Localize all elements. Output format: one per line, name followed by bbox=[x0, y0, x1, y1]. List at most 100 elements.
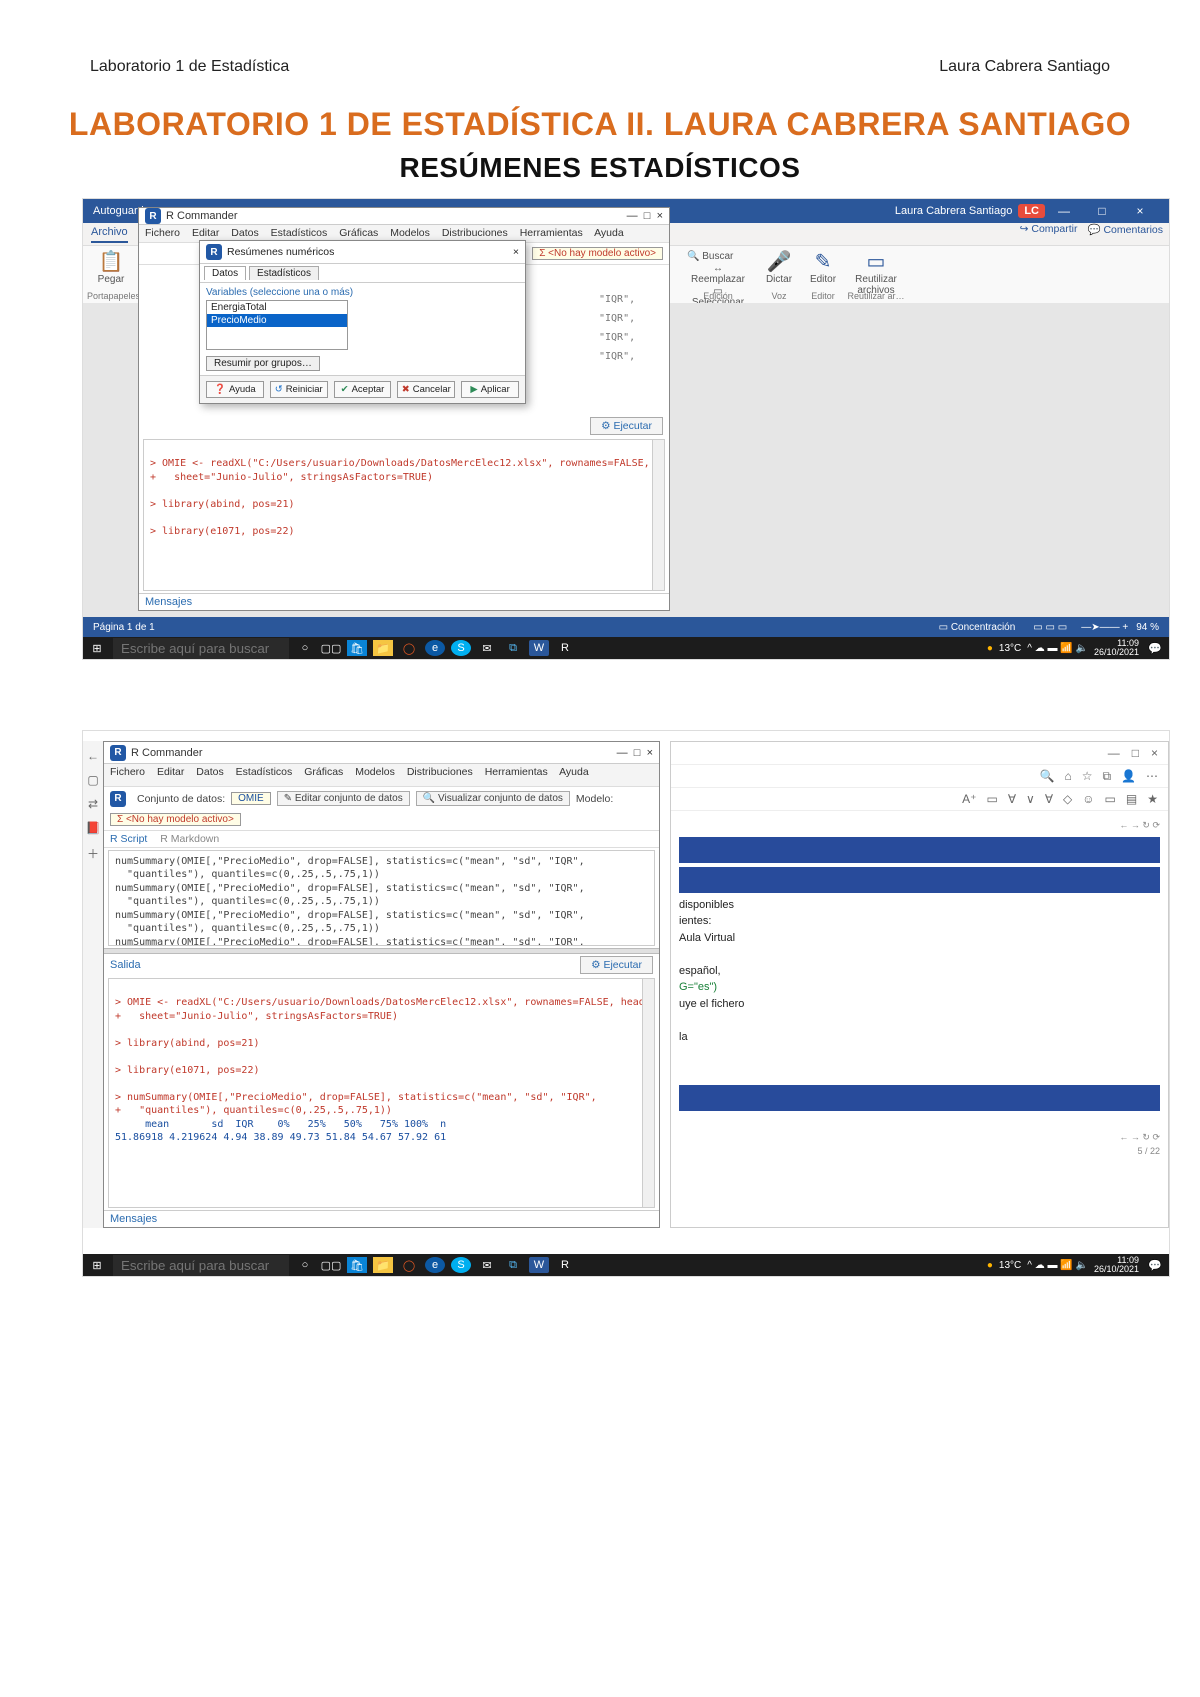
edge-icon[interactable]: e bbox=[425, 640, 445, 656]
home-icon[interactable]: ⌂ bbox=[1064, 769, 1071, 783]
editor-icon[interactable]: ✎ bbox=[803, 249, 843, 274]
pegar-label: Pegar bbox=[87, 274, 135, 285]
model-value[interactable]: Σ <No hay modelo activo> bbox=[532, 247, 663, 260]
var-preciomedio[interactable]: PrecioMedio bbox=[207, 314, 347, 327]
collections-icon[interactable]: ⧉ bbox=[1102, 769, 1111, 784]
menu-modelos[interactable]: Modelos bbox=[390, 227, 430, 239]
cortana-icon[interactable]: ○ bbox=[295, 640, 315, 656]
store-icon[interactable]: 🛍 bbox=[347, 1257, 367, 1273]
summarize-by-groups-button[interactable]: Resumir por grupos… bbox=[206, 356, 320, 371]
reuse-icon[interactable]: ▭ bbox=[847, 249, 905, 274]
word-taskbar-icon[interactable]: W bbox=[529, 1257, 549, 1273]
menu-datos[interactable]: Datos bbox=[231, 227, 258, 239]
script-box[interactable]: numSummary(OMIE[,"PrecioMedio", drop=FAL… bbox=[108, 850, 655, 947]
app-icon[interactable]: ◯ bbox=[399, 640, 419, 656]
rcmdr-maximize-2[interactable]: □ bbox=[634, 747, 641, 759]
profile-icon[interactable]: 👤 bbox=[1121, 769, 1136, 783]
word-comments[interactable]: 💬 Comentarios bbox=[1087, 223, 1163, 236]
modal-accept-button[interactable]: Aceptar bbox=[334, 381, 392, 398]
reuse-group-label: Reutilizar ar… bbox=[847, 291, 905, 301]
output-box-1[interactable]: > OMIE <- readXL("C:/Users/usuario/Downl… bbox=[143, 439, 665, 591]
explorer-icon[interactable]: 📁 bbox=[373, 640, 393, 656]
zoom-out-icon[interactable]: 🔍 bbox=[1040, 769, 1055, 783]
taskbar-search-input-2[interactable] bbox=[113, 1255, 289, 1276]
variables-listbox[interactable]: EnergiaTotal PrecioMedio bbox=[206, 300, 348, 350]
find-button[interactable]: 🔍 Buscar bbox=[687, 251, 733, 262]
modal-cancel-button[interactable]: Cancelar bbox=[397, 381, 455, 398]
mail-icon[interactable]: ✉ bbox=[477, 1257, 497, 1273]
skype-icon[interactable]: S bbox=[451, 640, 471, 656]
modal-tab-estadisticos[interactable]: Estadísticos bbox=[249, 266, 319, 280]
dataset-value[interactable]: OMIE bbox=[231, 792, 271, 805]
ribbon-tab-archivo[interactable]: Archivo bbox=[91, 226, 128, 243]
rcmdr-close-2[interactable]: × bbox=[647, 747, 653, 759]
background-window: — □ × 🔍 ⌂ ☆ ⧉ 👤 ⋯ A⁺▭∀∨∀◇☺▭▤★ ← → ↻ ⟳ di… bbox=[670, 741, 1169, 1228]
menu-ayuda[interactable]: Ayuda bbox=[594, 227, 624, 239]
taskview-icon[interactable]: ▢▢ bbox=[321, 640, 341, 656]
scrollbar-icon[interactable] bbox=[642, 979, 655, 1207]
var-energiatotal[interactable]: EnergiaTotal bbox=[207, 301, 347, 314]
app-icon[interactable]: ◯ bbox=[399, 1257, 419, 1273]
word-share[interactable]: ↪ Compartir bbox=[1020, 223, 1078, 236]
modal-close-button[interactable]: × bbox=[513, 246, 519, 258]
output-box-2[interactable]: > OMIE <- readXL("C:/Users/usuario/Downl… bbox=[108, 978, 655, 1208]
ejecutar-button-1[interactable]: ⚙ Ejecutar bbox=[590, 417, 663, 435]
r-taskbar-icon[interactable]: R bbox=[555, 1257, 575, 1273]
word-close[interactable]: × bbox=[1121, 204, 1159, 218]
pdf-icon[interactable]: 📕 bbox=[86, 821, 101, 835]
taskbar-clock[interactable]: 11:0926/10/2021 bbox=[1094, 639, 1139, 658]
modal-tab-datos[interactable]: Datos bbox=[204, 266, 246, 280]
menu-herramientas[interactable]: Herramientas bbox=[520, 227, 583, 239]
notifications-icon[interactable]: 💬 bbox=[1145, 1257, 1165, 1273]
store-icon[interactable]: 🛍 bbox=[347, 640, 367, 656]
view-dataset-button[interactable]: 🔍 Visualizar conjunto de datos bbox=[416, 791, 570, 806]
taskbar-clock-2[interactable]: 11:0926/10/2021 bbox=[1094, 1256, 1139, 1275]
menu-distribuciones[interactable]: Distribuciones bbox=[442, 227, 508, 239]
rcmdr-close[interactable]: × bbox=[657, 210, 663, 222]
edit-dataset-button[interactable]: ✎ Editar conjunto de datos bbox=[277, 791, 410, 806]
win-maximize[interactable]: □ bbox=[1132, 746, 1139, 760]
menu-fichero[interactable]: Fichero bbox=[145, 227, 180, 239]
star-icon[interactable]: ☆ bbox=[1082, 769, 1093, 783]
cortana-icon[interactable]: ○ bbox=[295, 1257, 315, 1273]
word-minimize[interactable]: — bbox=[1045, 204, 1083, 218]
menu-estadisticos[interactable]: Estadísticos bbox=[271, 227, 328, 239]
word-maximize[interactable]: □ bbox=[1083, 204, 1121, 218]
taskbar-search-input[interactable] bbox=[113, 638, 289, 659]
dropbox-icon[interactable]: ⧉ bbox=[503, 640, 523, 656]
scrollbar-icon[interactable] bbox=[652, 440, 665, 590]
more-icon[interactable]: ⋯ bbox=[1146, 769, 1158, 783]
r-taskbar-icon[interactable]: R bbox=[555, 640, 575, 656]
rcmdr-minimize[interactable]: — bbox=[627, 210, 638, 222]
replace-button[interactable]: ↔ Reemplazar bbox=[687, 263, 749, 285]
win-close[interactable]: × bbox=[1151, 746, 1158, 760]
focus-mode[interactable]: ▭ Concentración bbox=[939, 622, 1016, 633]
notifications-icon[interactable]: 💬 bbox=[1145, 640, 1165, 656]
start-icon[interactable]: ⊞ bbox=[87, 1257, 107, 1273]
word-taskbar-icon[interactable]: W bbox=[529, 640, 549, 656]
ejecutar-button-2[interactable]: ⚙ Ejecutar bbox=[580, 956, 653, 974]
taskview-icon[interactable]: ▢▢ bbox=[321, 1257, 341, 1273]
weather-temp-2[interactable]: 13°C bbox=[999, 1260, 1021, 1271]
weather-temp[interactable]: 13°C bbox=[999, 643, 1021, 654]
modal-help-button[interactable]: Ayuda bbox=[206, 381, 264, 398]
zoom-level[interactable]: 94 % bbox=[1136, 622, 1159, 633]
edge-icon[interactable]: e bbox=[425, 1257, 445, 1273]
start-icon[interactable]: ⊞ bbox=[87, 640, 107, 656]
menu-editar[interactable]: Editar bbox=[192, 227, 219, 239]
mail-icon[interactable]: ✉ bbox=[477, 640, 497, 656]
modal-reset-button[interactable]: Reiniciar bbox=[270, 381, 328, 398]
win-minimize[interactable]: — bbox=[1108, 746, 1120, 760]
tab-rscript[interactable]: R Script bbox=[110, 833, 147, 845]
dropbox-icon[interactable]: ⧉ bbox=[503, 1257, 523, 1273]
skype-icon[interactable]: S bbox=[451, 1257, 471, 1273]
paste-icon[interactable]: 📋 bbox=[87, 249, 135, 274]
menu-graficas[interactable]: Gráficas bbox=[339, 227, 378, 239]
explorer-icon[interactable]: 📁 bbox=[373, 1257, 393, 1273]
rcmdr-minimize-2[interactable]: — bbox=[617, 747, 628, 759]
model-value-2[interactable]: Σ <No hay modelo activo> bbox=[110, 813, 241, 826]
dictate-icon[interactable]: 🎤 bbox=[759, 249, 799, 274]
modal-apply-button[interactable]: Aplicar bbox=[461, 381, 519, 398]
tab-rmarkdown[interactable]: R Markdown bbox=[160, 833, 219, 845]
rcmdr-maximize[interactable]: □ bbox=[644, 210, 651, 222]
